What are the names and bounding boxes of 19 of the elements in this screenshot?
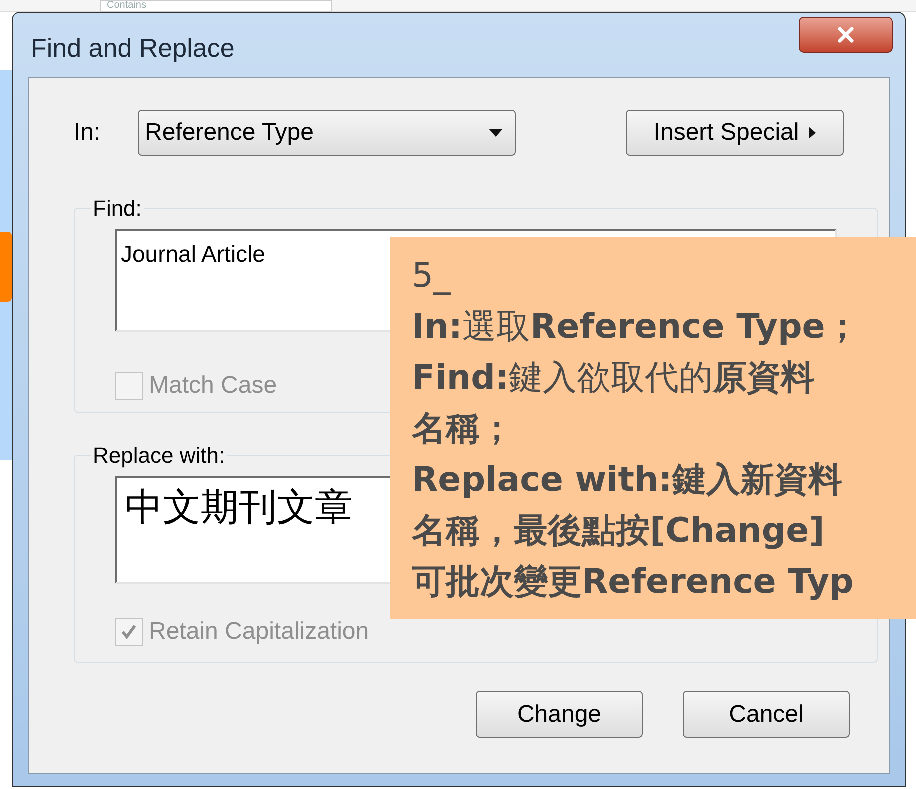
in-label: In: bbox=[74, 118, 102, 148]
callout-text: 名稱； bbox=[412, 408, 515, 451]
submenu-arrow-icon bbox=[809, 127, 816, 139]
check-icon bbox=[120, 623, 138, 641]
callout-text: In:選取Reference Type； bbox=[412, 306, 860, 349]
checkbox-label: Match Case bbox=[149, 371, 278, 401]
find-label: Find: bbox=[92, 195, 143, 223]
cancel-button[interactable]: Cancel bbox=[683, 691, 850, 738]
insert-special-button[interactable]: Insert Special bbox=[626, 110, 844, 156]
change-button[interactable]: Change bbox=[476, 691, 643, 738]
close-button[interactable] bbox=[799, 17, 893, 53]
callout-text: 名稱，最後點按[Change] bbox=[412, 510, 826, 553]
in-dropdown[interactable]: Reference Type bbox=[138, 110, 516, 156]
dropdown-caret-icon bbox=[489, 129, 503, 137]
checkbox-label: Retain Capitalization bbox=[149, 617, 370, 647]
callout-text: 5_ bbox=[412, 255, 452, 298]
callout-text: Find:鍵入欲取代的原資料 bbox=[412, 357, 816, 400]
window-title: Find and Replace bbox=[31, 32, 235, 65]
replace-label: Replace with: bbox=[92, 442, 226, 470]
